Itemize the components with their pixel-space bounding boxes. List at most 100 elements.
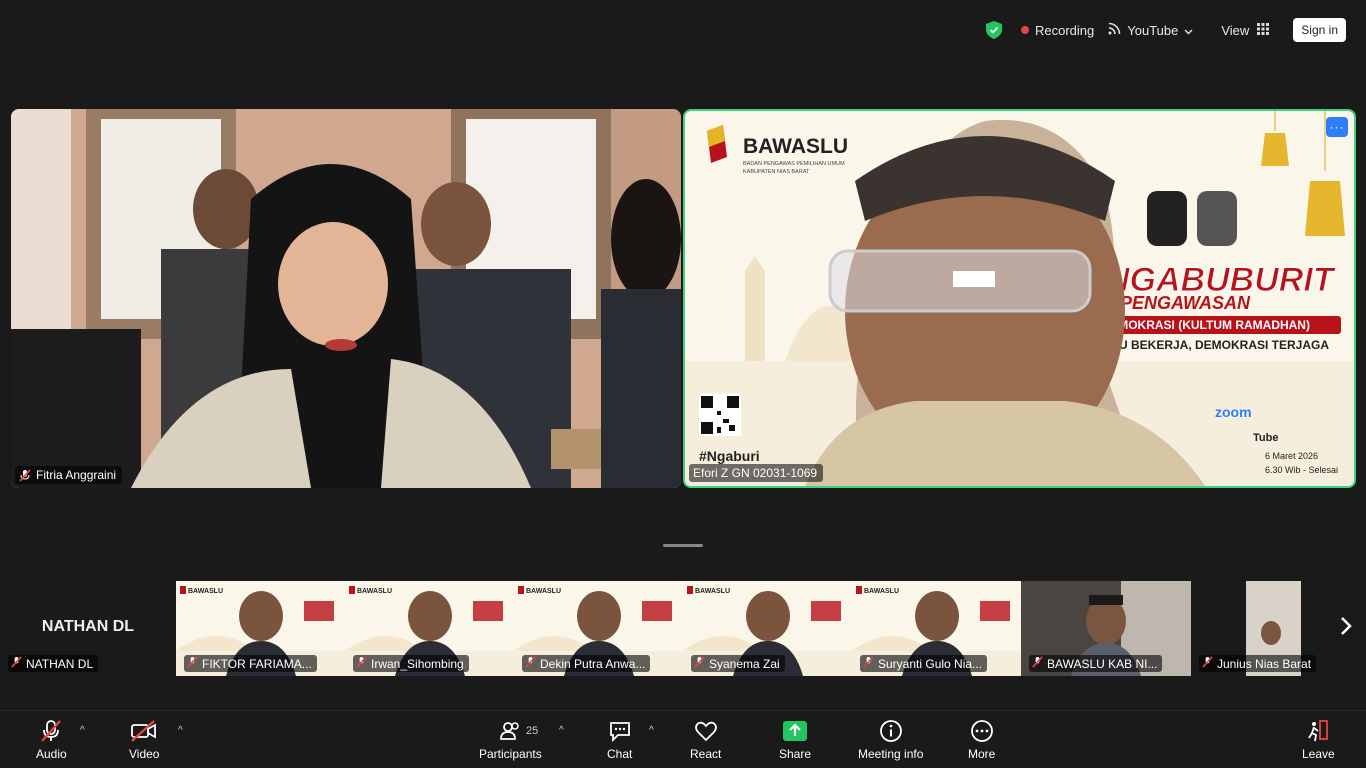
- participant-name-tag: Irwan_Sihombing: [353, 655, 469, 672]
- qr-code-icon: [699, 394, 741, 436]
- meeting-info-label: Meeting info: [858, 747, 924, 761]
- chevron-right-icon: [1340, 616, 1352, 641]
- thumbnail-tile[interactable]: BAWASLU Irwan_Sihombing: [345, 581, 514, 676]
- participants-options-caret-icon[interactable]: ^: [559, 725, 564, 736]
- thumbnail-tile[interactable]: BAWASLU Suryanti Gulo Nia...: [852, 581, 1021, 676]
- recording-indicator[interactable]: Recording: [1020, 22, 1095, 38]
- video-label: Video: [129, 747, 160, 761]
- participant-name: Junius Nias Barat: [1217, 656, 1312, 671]
- participant-name-tag: FIKTOR FARIAMA...: [184, 655, 317, 672]
- banner-zoom: zoom: [1215, 404, 1252, 420]
- chat-button[interactable]: Chat: [607, 719, 632, 761]
- more-button[interactable]: More: [968, 719, 995, 761]
- thumbnail-tile[interactable]: BAWASLU Dekin Putra Anwa...: [514, 581, 683, 676]
- thumbnail-tile[interactable]: BAWASLU KAB NI...: [1021, 581, 1191, 676]
- video-button[interactable]: Video: [129, 719, 159, 761]
- leave-button[interactable]: Leave: [1302, 719, 1335, 761]
- participant-thumbnail-strip: NATHAN DL NATHAN DL BAWASLU FIKTOR FARIAM…: [0, 581, 1366, 676]
- top-status-bar: Recording YouTube View Sign in: [985, 16, 1346, 44]
- participant-name-tag: BAWASLU KAB NI...: [1029, 655, 1163, 672]
- classroom-video-frame: [11, 109, 681, 488]
- participants-icon: [498, 719, 522, 743]
- heart-icon: [694, 719, 718, 743]
- leave-door-icon: [1306, 719, 1330, 743]
- mic-muted-icon: [19, 468, 31, 482]
- video-tile-active-speaker[interactable]: BAWASLU BADAN PENGAWAS PEMILIHAN UMUM KA…: [683, 109, 1356, 488]
- mic-muted-icon: [11, 656, 22, 671]
- banner-date: 6 Maret 2026: [1265, 451, 1318, 461]
- participant-name-tag: Junius Nias Barat: [1199, 655, 1317, 672]
- participant-name-tag: Syanema Zai: [691, 655, 785, 672]
- sign-in-button[interactable]: Sign in: [1293, 18, 1346, 42]
- recording-dot-icon: [1020, 26, 1029, 34]
- audio-options-caret-icon[interactable]: ^: [80, 725, 85, 736]
- participant-name: Efori Z GN 02031-1069: [693, 466, 818, 480]
- next-page-button[interactable]: [1326, 581, 1366, 676]
- view-button[interactable]: View: [1221, 22, 1270, 38]
- chat-label: Chat: [607, 747, 633, 761]
- mic-muted-icon: [694, 656, 705, 671]
- thumbnail-tile[interactable]: BAWASLU Syanema Zai: [683, 581, 852, 676]
- youtube-label: YouTube: [1127, 22, 1179, 38]
- livestream-dropdown[interactable]: YouTube: [1108, 22, 1193, 38]
- mic-muted-icon: [1032, 656, 1043, 671]
- participant-name: Irwan_Sihombing: [371, 656, 464, 671]
- participant-name-tag: Fitria Anggraini: [15, 466, 123, 484]
- participant-name: NATHAN DL: [26, 656, 94, 671]
- grid-icon: [1257, 22, 1270, 38]
- recording-label: Recording: [1034, 22, 1095, 38]
- participant-name: Fitria Anggraini: [36, 468, 117, 482]
- thumbnail-tile[interactable]: Junius Nias Barat: [1191, 581, 1326, 676]
- mic-muted-icon: [1202, 656, 1213, 671]
- participant-name-tag: Suryanti Gulo Nia...: [860, 655, 988, 672]
- participant-name: FIKTOR FARIAMA...: [202, 656, 312, 671]
- speaker-video-frame: BAWASLU BADAN PENGAWAS PEMILIHAN UMUM KA…: [685, 111, 1354, 486]
- share-label: Share: [779, 747, 812, 761]
- share-screen-icon: [782, 719, 808, 743]
- mic-muted-icon: [525, 656, 536, 671]
- react-button[interactable]: React: [690, 719, 721, 761]
- avatar-name: NATHAN DL: [41, 618, 135, 635]
- video-options-caret-icon[interactable]: ^: [178, 725, 183, 736]
- share-screen-button[interactable]: Share: [779, 719, 811, 761]
- banner-org-sub1: BADAN PENGAWAS PEMILIHAN UMUM: [743, 161, 845, 167]
- participant-name-tag: Dekin Putra Anwa...: [522, 655, 651, 672]
- banner-subtitle-2: ASLU BEKERJA, DEMOKRASI TERJAGA: [1095, 338, 1329, 352]
- banner-time: 6.30 Wib - Selesai: [1265, 465, 1338, 475]
- chevron-down-icon: [1184, 23, 1193, 38]
- chat-options-caret-icon[interactable]: ^: [649, 725, 654, 736]
- participants-label: Participants: [479, 747, 542, 761]
- thumb-banner-org: BAWASLU: [357, 588, 392, 595]
- banner-hashtag: #Ngaburi: [699, 448, 760, 464]
- mic-muted-icon: [356, 656, 367, 671]
- resize-handle[interactable]: [663, 544, 703, 547]
- banner-title-2: PENGAWASAN: [1120, 293, 1251, 313]
- participants-count: 25: [526, 725, 539, 737]
- participant-name: Suryanti Gulo Nia...: [878, 656, 983, 671]
- thumbnail-tile[interactable]: BAWASLU FIKTOR FARIAMA...: [176, 581, 345, 676]
- banner-org-sub2: KABUPATEN NIAS BARAT: [743, 169, 810, 175]
- participant-name: Syanema Zai: [709, 656, 780, 671]
- thumb-banner-org: BAWASLU: [695, 588, 730, 595]
- participant-name: BAWASLU KAB NI...: [1047, 656, 1158, 671]
- leave-label: Leave: [1302, 747, 1335, 761]
- more-label: More: [968, 747, 996, 761]
- more-icon: [970, 719, 994, 743]
- thumbnail-tile[interactable]: NATHAN DL NATHAN DL: [0, 581, 176, 676]
- meeting-controls-toolbar: Audio ^ Video ^ Participants 25 ^ Chat ^…: [0, 710, 1366, 768]
- banner-org: BAWASLU: [743, 135, 848, 158]
- thumb-banner-org: BAWASLU: [864, 588, 899, 595]
- tile-more-options-button[interactable]: ···: [1326, 117, 1348, 137]
- meeting-info-button[interactable]: Meeting info: [858, 719, 923, 761]
- chat-icon: [608, 719, 632, 743]
- mic-muted-icon: [863, 656, 874, 671]
- react-label: React: [690, 747, 722, 761]
- thumb-banner-org: BAWASLU: [188, 588, 223, 595]
- participant-name-tag: NATHAN DL: [8, 655, 99, 672]
- audio-label: Audio: [36, 747, 67, 761]
- info-icon: [879, 719, 903, 743]
- audio-button[interactable]: Audio: [36, 719, 67, 761]
- video-tile-left[interactable]: Fitria Anggraini: [11, 109, 681, 488]
- mic-muted-icon: [39, 719, 63, 743]
- encryption-shield-icon[interactable]: [985, 20, 1003, 40]
